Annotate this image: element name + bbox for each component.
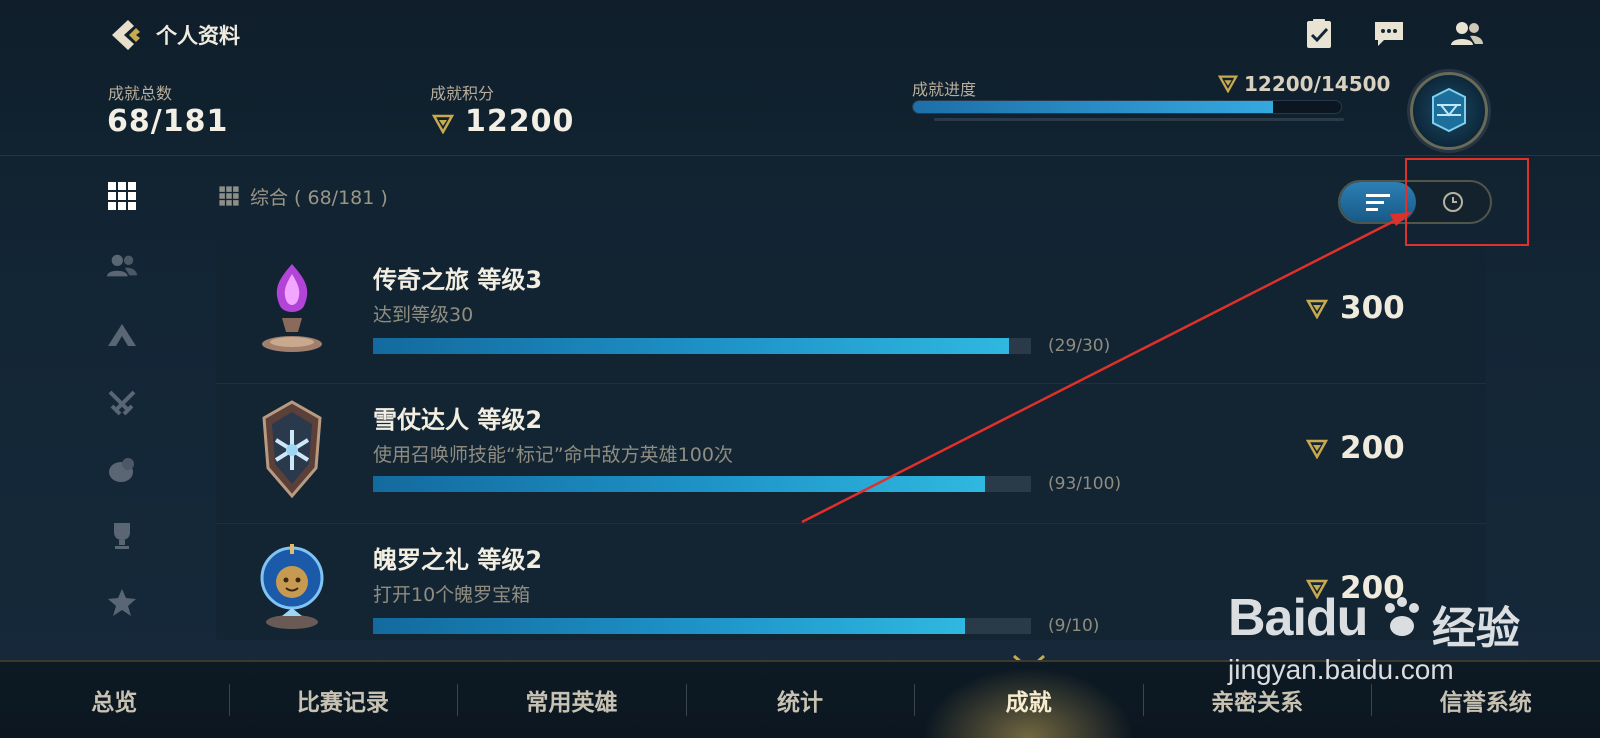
- points-icon: [431, 112, 455, 138]
- achievement-progress-bar: [912, 100, 1342, 114]
- page-title: 个人资料: [156, 24, 240, 48]
- points-icon: [1306, 439, 1328, 459]
- category-filter[interactable]: 综合 ( 68/181 ): [218, 182, 388, 210]
- grid-icon: [108, 182, 136, 210]
- achievement-progress-count: (93/100): [1048, 474, 1122, 494]
- tab-match-history[interactable]: 比赛记录: [228, 662, 458, 738]
- tab-overview[interactable]: 总览: [0, 662, 229, 738]
- achievement-row[interactable]: 魄罗之礼 等级2 打开10个魄罗宝箱 (9/10) 200: [216, 524, 1486, 640]
- star-icon: [108, 589, 136, 616]
- sidebar-item-favorites[interactable]: [106, 586, 138, 618]
- achievement-points: 200: [1306, 570, 1405, 606]
- friends-icon: [106, 254, 138, 277]
- friends-icon: [1451, 22, 1483, 45]
- back-button[interactable]: [108, 18, 144, 52]
- task-checklist-icon: [1307, 19, 1331, 48]
- achievement-progress-fill: [373, 618, 966, 634]
- filter-label: 综合 ( 68/181 ): [250, 186, 388, 209]
- achievement-progress-fill: [913, 101, 1273, 113]
- task-button[interactable]: [1302, 18, 1336, 50]
- points-icon: [1306, 579, 1328, 599]
- achievement-progress-label: 成就进度: [912, 80, 977, 99]
- achievement-row[interactable]: 雪仗达人 等级2 使用召唤师技能“标记”命中敌方英雄100次 (93/100) …: [216, 384, 1486, 524]
- tab-achievements[interactable]: 成就: [914, 662, 1143, 738]
- disc-icon: [109, 458, 134, 482]
- achievement-progress-bar: [373, 618, 1031, 634]
- total-achievements-value: 68/181: [107, 104, 229, 139]
- back-icon: [112, 20, 140, 50]
- achievement-name: 雪仗达人 等级2: [373, 406, 543, 434]
- header-divider: [0, 155, 1600, 156]
- achievement-name: 传奇之旅 等级3: [373, 266, 543, 294]
- purple-crystal-trophy-icon: [262, 264, 322, 352]
- achievement-progress-fill: [373, 338, 1010, 354]
- achievement-description: 打开10个魄罗宝箱: [373, 584, 531, 606]
- chat-icon: [1375, 22, 1403, 46]
- sidebar-item-trophy[interactable]: [106, 520, 138, 552]
- snowflake-shield-icon: [262, 400, 322, 499]
- achievement-progress-count: (9/10): [1048, 616, 1100, 636]
- sidebar-item-all[interactable]: [106, 180, 138, 212]
- progress-bar-track: [934, 118, 1344, 121]
- annotation-highlight-box: [1405, 158, 1529, 246]
- grid-icon: [219, 186, 239, 206]
- chat-button[interactable]: [1372, 18, 1406, 50]
- achievement-emblem[interactable]: [1410, 72, 1488, 150]
- achievement-points: 200: [1306, 430, 1405, 466]
- friends-button[interactable]: [1450, 18, 1484, 50]
- poro-orb-icon: [260, 544, 324, 629]
- sort-icon: [1366, 194, 1390, 211]
- points-icon: [1217, 73, 1239, 97]
- achievement-points-value: 200: [1340, 570, 1405, 606]
- points-icon: [1306, 299, 1328, 319]
- crossed-swords-icon: [108, 390, 136, 416]
- achievement-points-value: 200: [1340, 430, 1405, 466]
- achievement-progress-value: 12200/14500: [1244, 72, 1391, 96]
- sidebar-item-rank[interactable]: [106, 320, 138, 352]
- emblem-crest-icon: [1432, 87, 1466, 133]
- bottom-nav: 总览 比赛记录 常用英雄 统计 成就 亲密关系 信誉系统: [0, 660, 1600, 738]
- rank-icon: [108, 324, 136, 346]
- trophy-icon: [114, 523, 130, 549]
- achievement-progress-count: (29/30): [1048, 336, 1111, 356]
- achievement-points-label: 成就积分: [430, 84, 495, 103]
- achievement-description: 达到等级30: [373, 304, 474, 326]
- tab-stats[interactable]: 统计: [685, 662, 915, 738]
- sidebar-item-items[interactable]: [106, 454, 138, 486]
- tab-champions[interactable]: 常用英雄: [457, 662, 686, 738]
- achievement-points-value: 300: [1340, 290, 1405, 326]
- achievement-name: 魄罗之礼 等级2: [373, 546, 543, 574]
- sidebar-item-social[interactable]: [106, 250, 138, 282]
- achievement-row[interactable]: 传奇之旅 等级3 达到等级30 (29/30) 300: [216, 244, 1486, 384]
- achievement-points: 300: [1306, 290, 1405, 326]
- tab-honor[interactable]: 信誉系统: [1371, 662, 1600, 738]
- achievement-progress-bar: [373, 338, 1031, 354]
- achievement-progress-fill: [373, 476, 985, 492]
- total-achievements-label: 成就总数: [108, 84, 173, 103]
- sidebar-item-combat[interactable]: [106, 388, 138, 420]
- achievement-points-value: 12200: [465, 104, 575, 139]
- achievement-progress-bar: [373, 476, 1031, 492]
- achievement-list: 传奇之旅 等级3 达到等级30 (29/30) 300 雪仗达人 等级2 使用召…: [216, 244, 1486, 640]
- achievement-description: 使用召唤师技能“标记”命中敌方英雄100次: [373, 444, 733, 466]
- tab-relationships[interactable]: 亲密关系: [1142, 662, 1372, 738]
